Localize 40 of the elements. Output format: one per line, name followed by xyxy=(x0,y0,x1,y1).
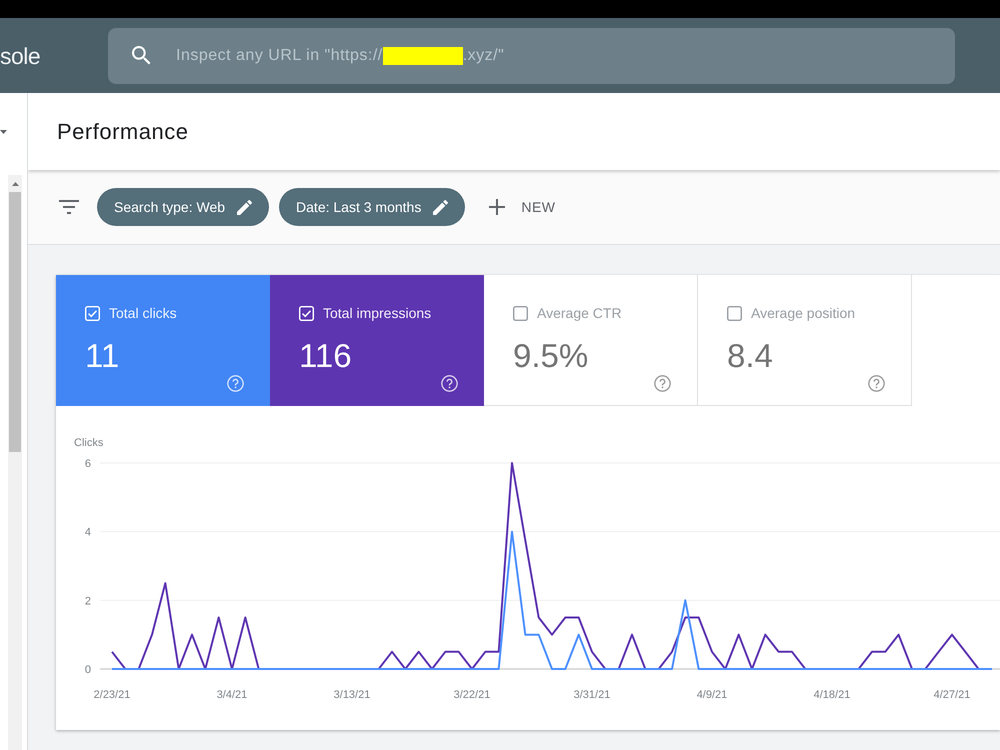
metric-label: Total clicks xyxy=(109,304,177,322)
axis-tick-label: 3/4/21 xyxy=(216,689,248,701)
pencil-icon xyxy=(433,200,448,214)
new-filter-button[interactable]: NEW xyxy=(489,196,556,218)
metric-card[interactable]: Average CTR 9.5% xyxy=(484,275,698,406)
filter-chip[interactable]: Date: Last 3 months xyxy=(279,188,466,226)
metric-value: 8.4 xyxy=(727,338,773,374)
filter-chip[interactable]: Search type: Web xyxy=(97,188,270,226)
dropdown-caret-icon[interactable] xyxy=(0,130,7,134)
metric-value: 116 xyxy=(299,338,352,374)
axis-tick-label: 2/23/21 xyxy=(94,689,130,701)
axis-tick-label: 6 xyxy=(84,458,91,470)
axis-title: Clicks xyxy=(74,437,104,449)
axis-tick-label: 2 xyxy=(84,595,91,608)
scrollbar-thumb[interactable] xyxy=(9,192,21,452)
app-title: sole xyxy=(0,42,40,70)
help-icon[interactable] xyxy=(654,375,671,392)
metric-label: Average CTR xyxy=(537,304,622,323)
metric-card[interactable]: Average position 8.4 xyxy=(698,275,912,406)
filter-icon[interactable] xyxy=(59,200,79,214)
checkbox-icon[interactable] xyxy=(727,306,742,320)
metric-label: Average position xyxy=(751,304,856,323)
search-icon xyxy=(132,46,151,65)
metric-value: 11 xyxy=(85,338,120,374)
axis-tick-label: 0 xyxy=(84,664,91,676)
axis-tick-label: 4 xyxy=(84,526,91,539)
pencil-icon xyxy=(237,200,252,214)
metric-label: Total impressions xyxy=(323,304,432,323)
scroll-up-arrow-icon[interactable] xyxy=(12,182,18,186)
axis-tick-label: 4/9/21 xyxy=(696,689,728,701)
axis-tick-label: 4/27/21 xyxy=(934,689,970,701)
axis-tick-label: 4/18/21 xyxy=(814,689,850,701)
help-icon[interactable] xyxy=(868,375,885,392)
axis-tick-label: 3/22/21 xyxy=(454,689,490,701)
axis-tick-label: 3/13/21 xyxy=(334,689,370,701)
plus-icon xyxy=(489,199,506,215)
axis-tick-label: 3/31/21 xyxy=(574,689,610,701)
metric-value: 9.5% xyxy=(513,338,588,374)
page-title: Performance xyxy=(57,118,188,146)
checkbox-icon[interactable] xyxy=(513,306,528,320)
